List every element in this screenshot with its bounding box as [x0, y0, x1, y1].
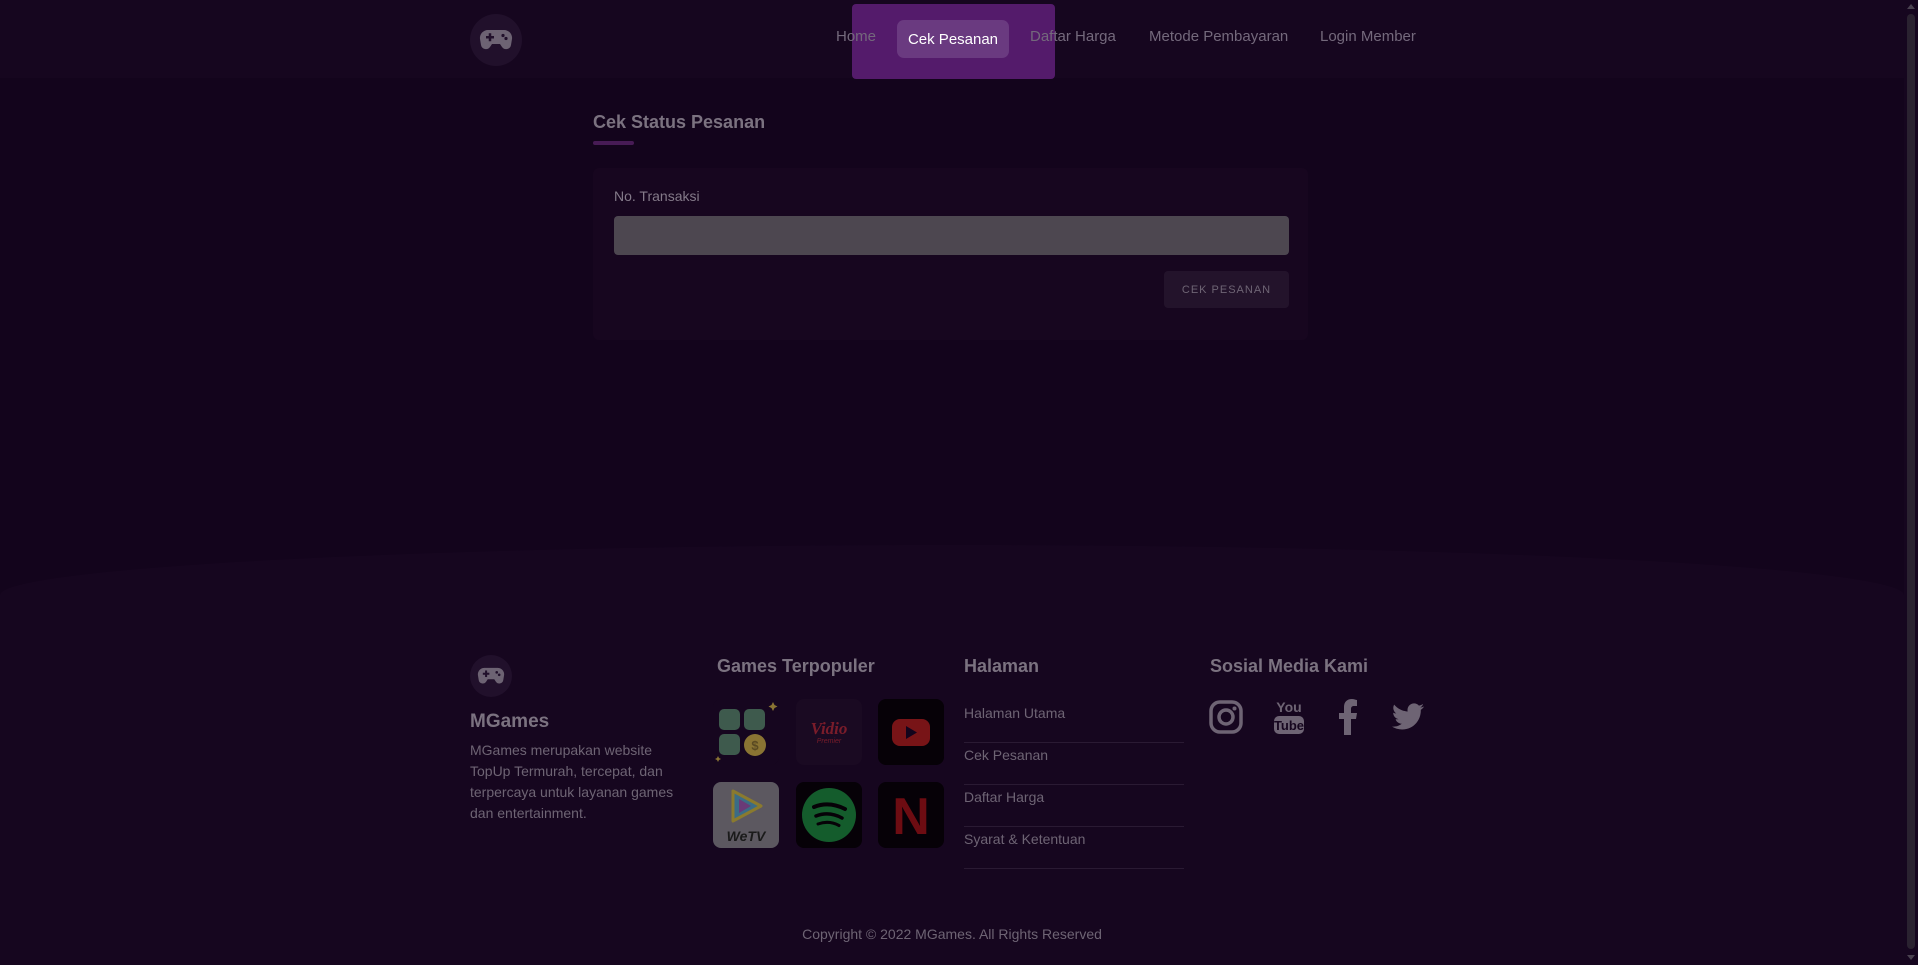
footer-link-syarat-ketentuan[interactable]: Syarat & Ketentuan: [964, 827, 1184, 869]
scroll-down-arrow-icon[interactable]: [1907, 955, 1915, 960]
footer-link-cek-pesanan[interactable]: Cek Pesanan: [964, 743, 1184, 785]
social-section-title: Sosial Media Kami: [1210, 656, 1369, 676]
facebook-link[interactable]: [1328, 697, 1368, 737]
footer-logo: [470, 655, 512, 697]
top-navbar: Home Cek Pesanan Daftar Harga Metode Pem…: [0, 0, 1904, 79]
gamepad-icon: [477, 667, 505, 684]
transaction-number-label: No. Transaksi: [614, 188, 700, 204]
netflix-logo-text: N: [892, 788, 930, 846]
youtube-you-text: You: [1276, 699, 1301, 715]
page-title: Cek Status Pesanan: [593, 112, 766, 132]
footer-brand-name: MGames: [470, 711, 550, 732]
scroll-up-arrow-icon[interactable]: [1907, 4, 1915, 9]
game-tile-wetv[interactable]: WeTV: [713, 782, 779, 848]
svg-text:$: $: [751, 738, 759, 753]
instagram-link[interactable]: [1206, 697, 1246, 737]
game-tile-vidio[interactable]: Vidio Premier: [796, 699, 862, 765]
footer-link-daftar-harga[interactable]: Daftar Harga: [964, 785, 1184, 827]
page-scrollbar[interactable]: [1904, 0, 1918, 965]
game-tile-netflix[interactable]: N: [878, 782, 944, 848]
gamepad-icon: [479, 29, 513, 50]
wetv-logo-text: WeTV: [726, 828, 766, 844]
youtube-link[interactable]: You Tube: [1269, 697, 1309, 737]
youtube-icon: You Tube: [1274, 699, 1304, 734]
games-section-title: Games Terpopuler: [717, 656, 875, 676]
nav-daftar-harga[interactable]: Daftar Harga: [1030, 28, 1116, 45]
game-tile-apps-coins[interactable]: $: [713, 699, 779, 765]
copyright-text: Copyright © 2022 MGames. All Rights Rese…: [802, 926, 1102, 942]
nav-home[interactable]: Home: [836, 28, 876, 45]
footer-link-halaman-utama[interactable]: Halaman Utama: [964, 701, 1184, 743]
youtube-tube-text: Tube: [1274, 718, 1304, 733]
vidio-premier-text: Premier: [816, 738, 842, 745]
check-order-button[interactable]: CEK PESANAN: [1164, 271, 1289, 308]
scrollbar-thumb[interactable]: [1907, 14, 1915, 949]
title-underline: [593, 141, 634, 145]
footer: [0, 545, 1904, 965]
vidio-logo-text: Vidio: [810, 719, 848, 738]
game-tile-spotify[interactable]: [796, 782, 862, 848]
nav-metode-pembayaran[interactable]: Metode Pembayaran: [1149, 28, 1288, 45]
apps-coins-icon: $: [715, 702, 778, 762]
spotify-icon: [802, 788, 856, 842]
transaction-number-input[interactable]: [614, 216, 1289, 255]
twitter-link[interactable]: [1388, 697, 1428, 737]
wetv-play-icon: [731, 789, 763, 823]
footer-brand-description: MGames merupakan website TopUp Termurah,…: [470, 742, 674, 821]
facebook-icon: [1339, 699, 1357, 735]
site-logo[interactable]: [470, 14, 522, 66]
instagram-icon: [1209, 700, 1243, 734]
twitter-icon: [1392, 703, 1425, 730]
nav-cek-pesanan[interactable]: Cek Pesanan: [897, 20, 1009, 58]
youtube-play-icon: [892, 719, 930, 746]
game-tile-youtube[interactable]: [878, 699, 944, 765]
pages-section-title: Halaman: [964, 656, 1040, 676]
nav-login-member[interactable]: Login Member: [1320, 28, 1416, 45]
